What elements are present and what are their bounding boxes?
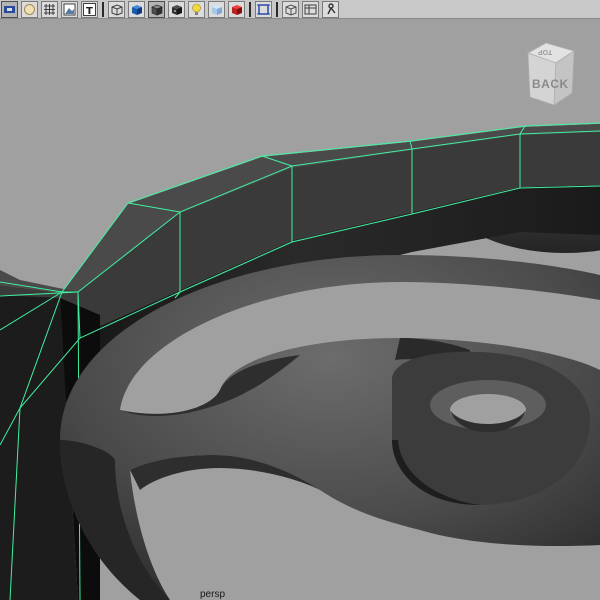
scene-render bbox=[0, 122, 600, 600]
wireframe-on-shaded-icon[interactable] bbox=[148, 0, 165, 18]
textured-icon[interactable] bbox=[168, 0, 185, 18]
viewcube[interactable]: TOP BACK bbox=[524, 41, 576, 107]
perspective-viewport[interactable]: TOP BACK persp bbox=[0, 19, 600, 600]
lights-icon[interactable] bbox=[188, 0, 205, 18]
toolbar-separator bbox=[249, 1, 251, 17]
select-camera-icon[interactable] bbox=[1, 0, 18, 18]
toolbar-separator bbox=[102, 1, 104, 17]
grid-icon[interactable] bbox=[41, 0, 58, 18]
image-plane-icon[interactable] bbox=[61, 0, 78, 18]
svg-text:T: T bbox=[86, 6, 93, 17]
maya-viewport-window: T TOP BACK persp bbox=[0, 0, 600, 600]
resolution-gate-icon[interactable] bbox=[255, 0, 272, 18]
xray-icon[interactable] bbox=[282, 0, 299, 18]
isolate-select-icon[interactable] bbox=[21, 0, 38, 18]
viewcube-face-label: BACK bbox=[532, 77, 569, 91]
smooth-shade-icon[interactable] bbox=[128, 0, 145, 18]
shadows-icon[interactable] bbox=[208, 0, 225, 18]
type-tool-icon[interactable]: T bbox=[81, 0, 98, 18]
panel-toolbar: T bbox=[0, 0, 600, 19]
joint-xray-icon[interactable] bbox=[322, 0, 339, 18]
ambient-occlusion-icon[interactable] bbox=[228, 0, 245, 18]
camera-name-label: persp bbox=[200, 589, 226, 600]
toolbar-separator bbox=[276, 1, 278, 17]
viewcube-top-label: TOP bbox=[538, 48, 553, 55]
film-gate-icon[interactable] bbox=[302, 0, 319, 18]
wireframe-cube-icon[interactable] bbox=[108, 0, 125, 18]
